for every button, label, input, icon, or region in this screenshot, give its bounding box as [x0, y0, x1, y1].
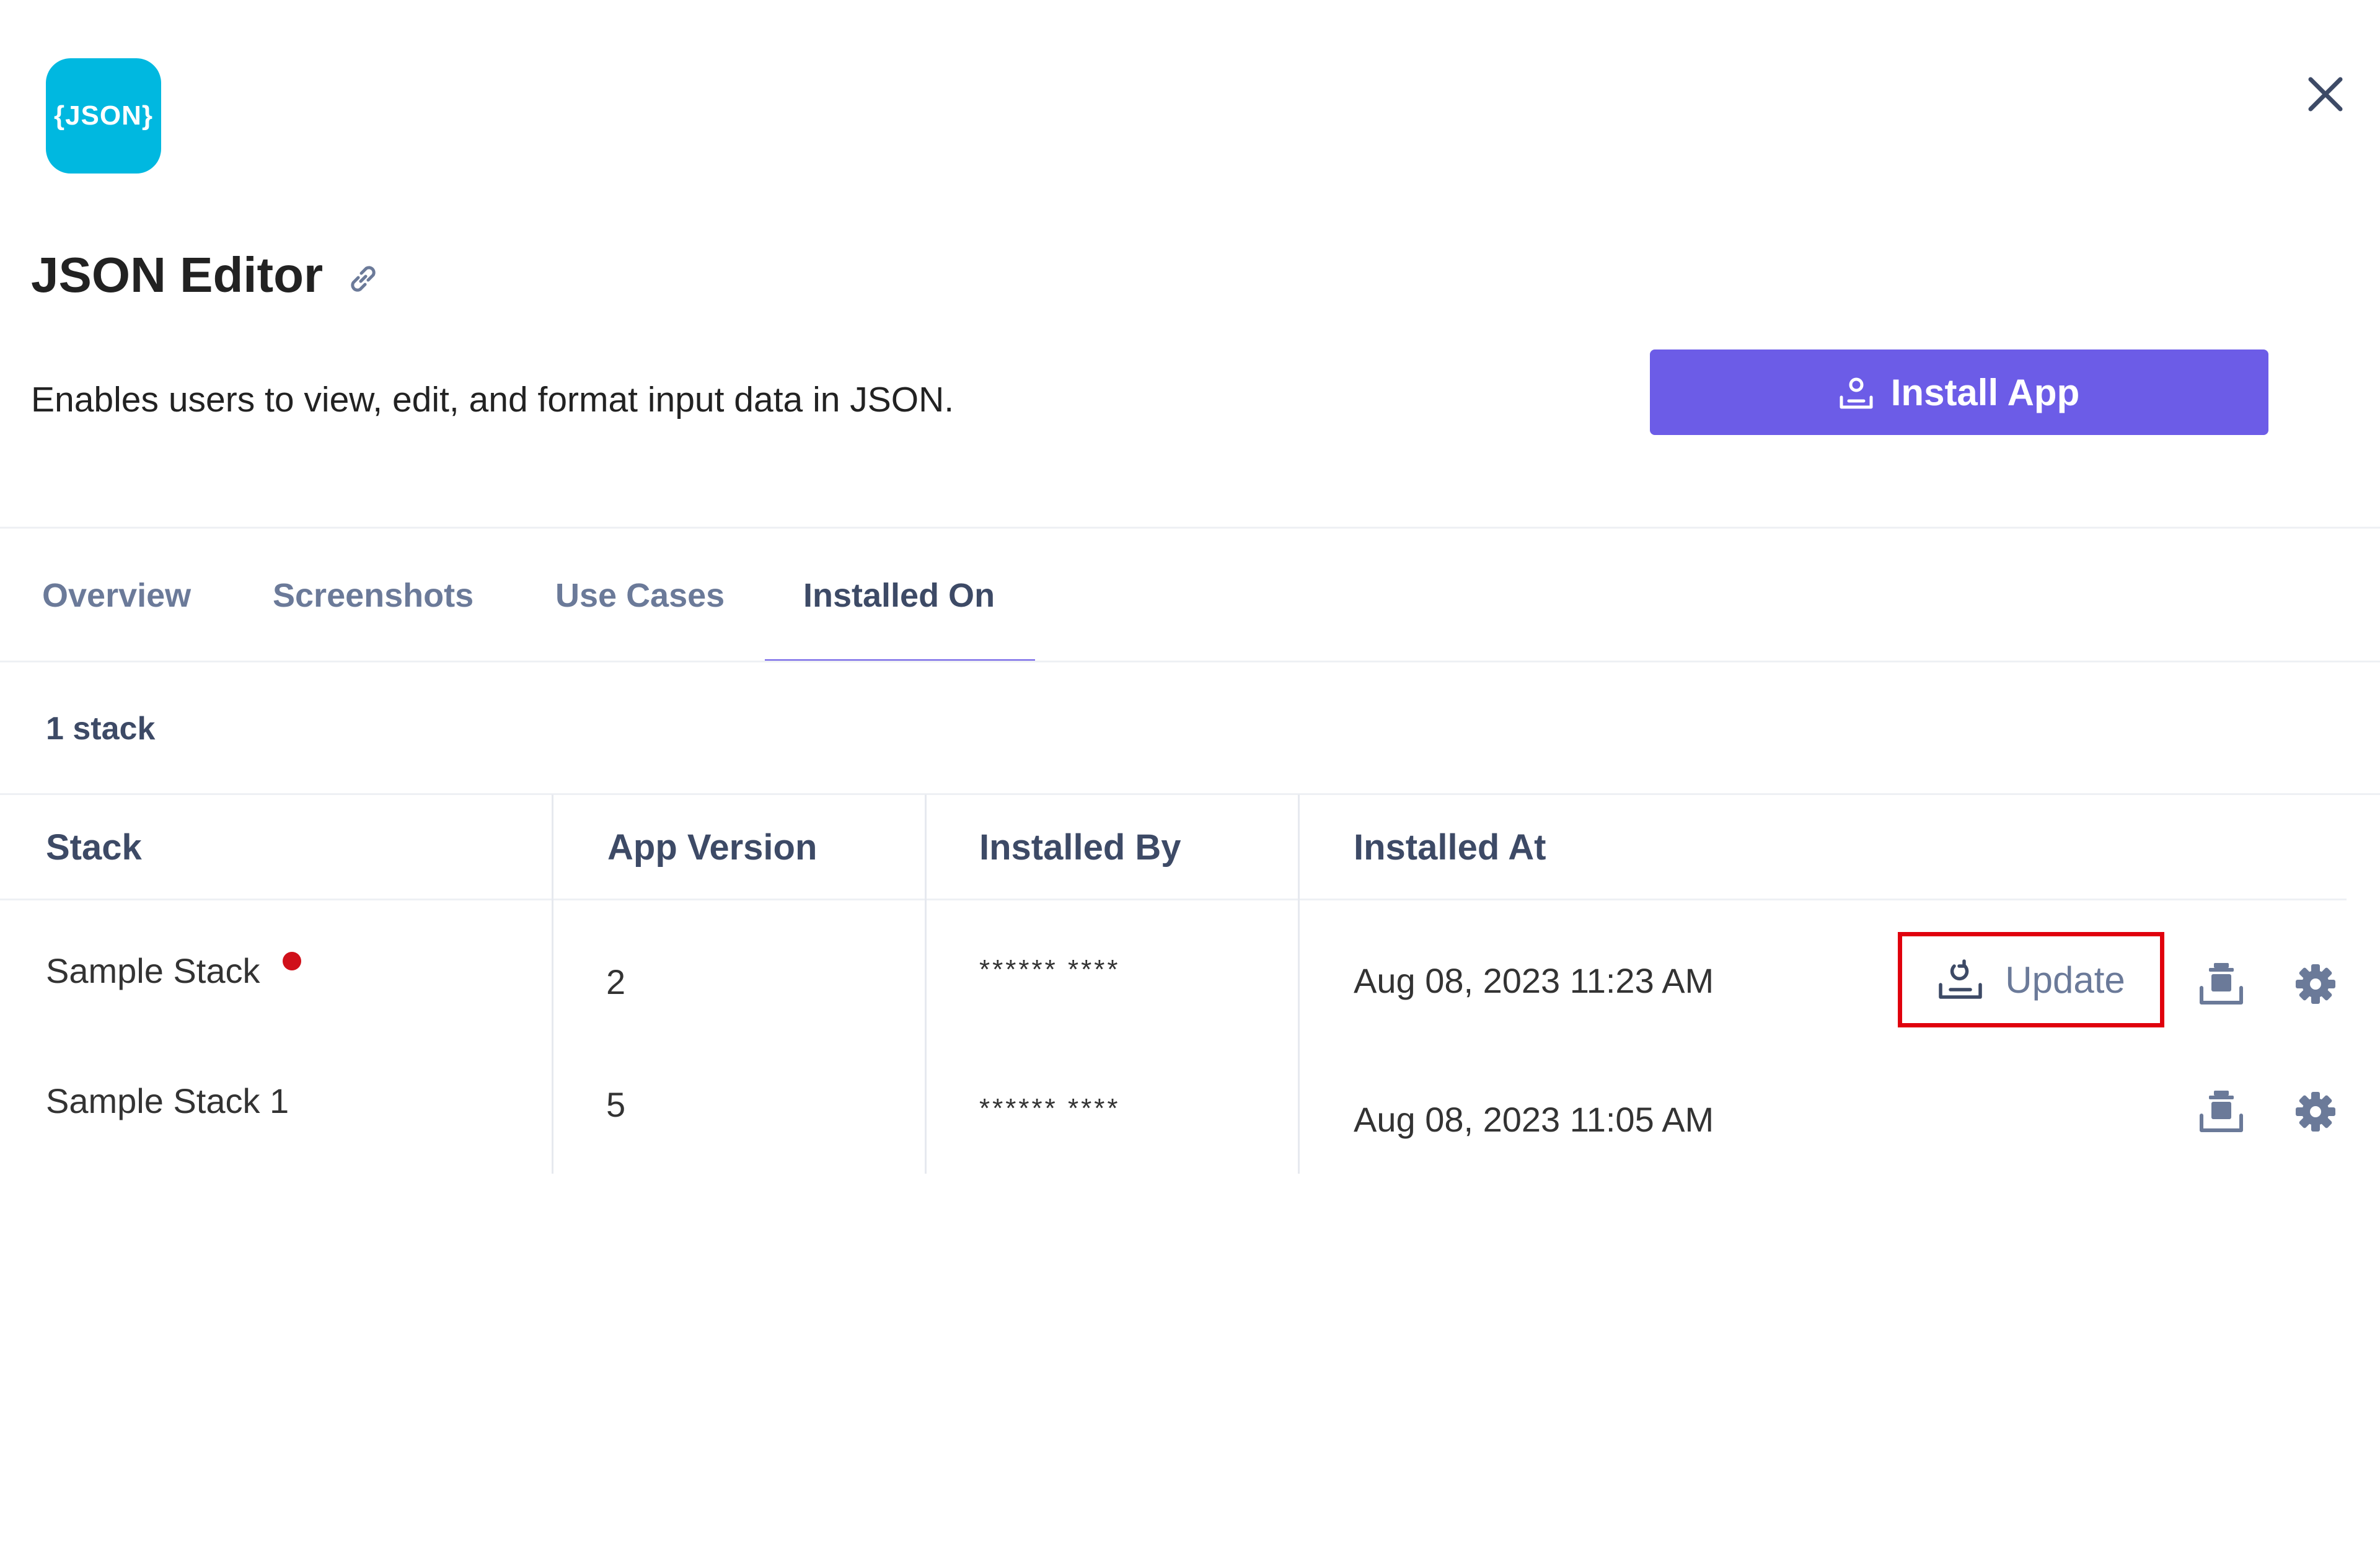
install-app-label: Install App	[1890, 371, 2080, 413]
installed-at: Aug 08, 2023 11:23 AM	[1354, 961, 1714, 1000]
tab-overview[interactable]: Overview	[42, 576, 191, 615]
gear-icon[interactable]	[2291, 959, 2340, 1009]
gear-icon[interactable]	[2291, 1087, 2340, 1136]
close-icon[interactable]	[2301, 69, 2350, 119]
update-button[interactable]: Update	[1898, 932, 2164, 1027]
uninstall-icon[interactable]	[2197, 1087, 2246, 1136]
install-icon	[1840, 377, 1873, 409]
tabs-divider	[0, 661, 2380, 662]
app-logo: {JSON}	[46, 58, 161, 174]
app-description: Enables users to view, edit, and format …	[31, 380, 954, 420]
installed-at: Aug 08, 2023 11:05 AM	[1354, 1100, 1714, 1139]
link-icon[interactable]	[343, 259, 383, 299]
tab-use-cases[interactable]: Use Cases	[555, 576, 725, 615]
table-top-border	[0, 793, 2380, 795]
tab-installed-on[interactable]: Installed On	[803, 576, 995, 615]
column-header-installed-by: Installed By	[979, 827, 1181, 868]
divider	[0, 527, 2380, 529]
installed-by: ****** ****	[979, 1093, 1121, 1123]
update-available-dot	[283, 952, 301, 970]
column-header-app-version: App Version	[607, 827, 818, 868]
app-version: 2	[606, 962, 626, 1001]
stack-name: Sample Stack	[46, 951, 260, 990]
column-header-stack: Stack	[46, 827, 142, 868]
page-title: JSON Editor	[31, 247, 324, 302]
table-row: Sample Stack 1 5 ****** **** Aug 08, 202…	[0, 1042, 2347, 1174]
stack-count: 1 stack	[46, 711, 156, 747]
uninstall-icon[interactable]	[2197, 959, 2246, 1009]
update-icon	[1939, 959, 1982, 999]
update-label: Update	[2005, 959, 2125, 1001]
tab-screenshots[interactable]: Screenshots	[273, 576, 474, 615]
install-app-button[interactable]: Install App	[1650, 349, 2268, 435]
column-header-installed-at: Installed At	[1354, 827, 1546, 868]
installed-by: ****** ****	[979, 954, 1121, 985]
stack-name: Sample Stack 1	[46, 1081, 289, 1120]
app-version: 5	[606, 1085, 626, 1124]
